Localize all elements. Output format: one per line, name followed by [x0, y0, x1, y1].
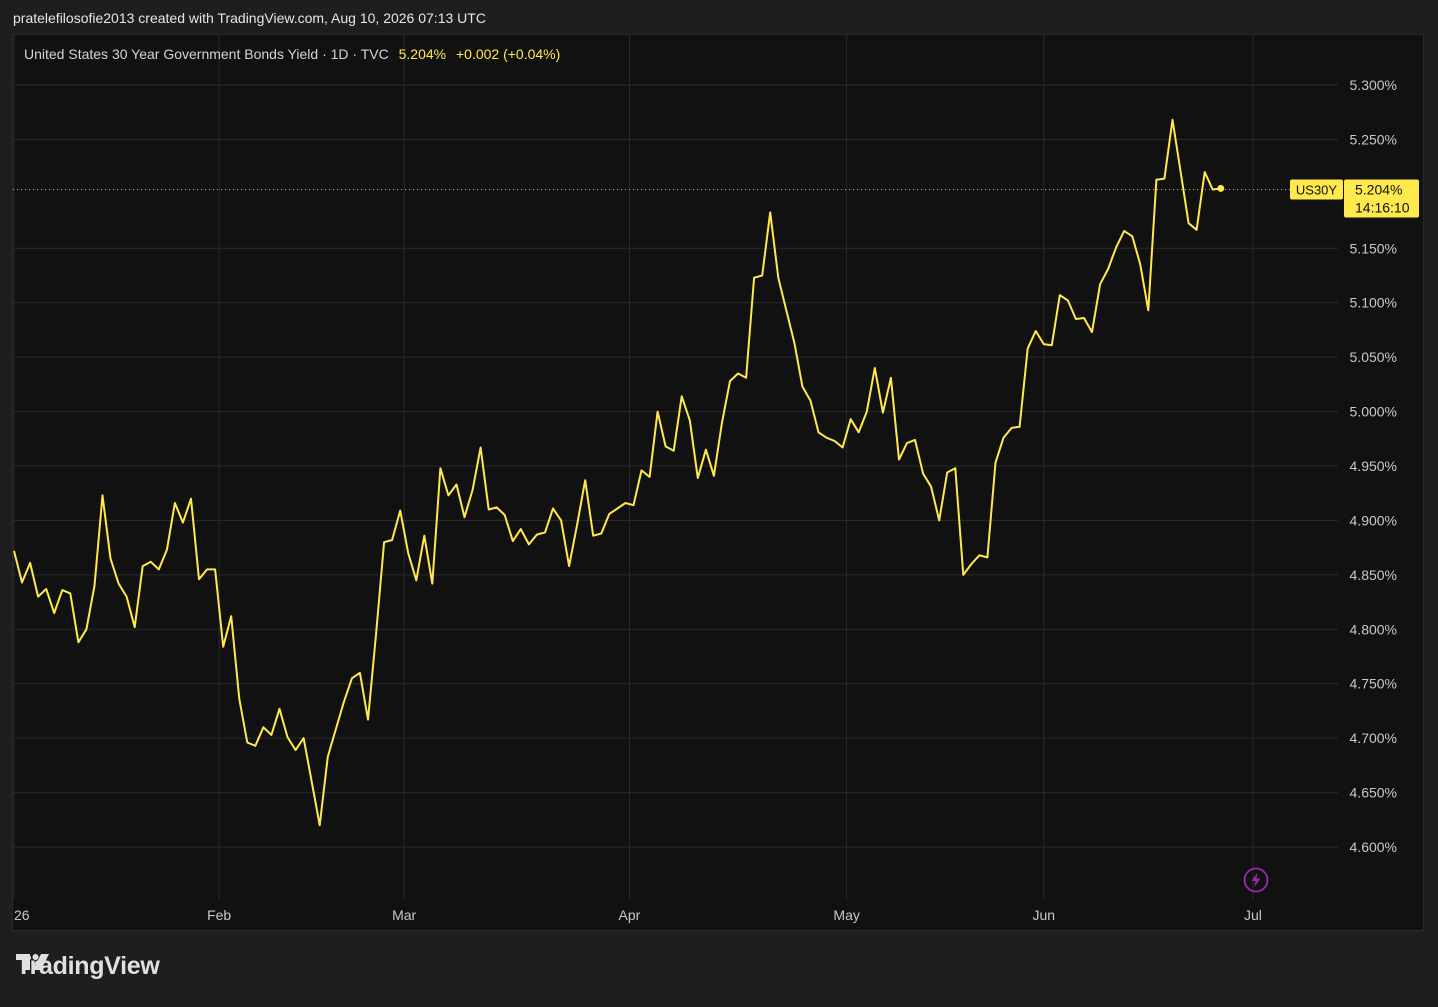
y-tick-label: 4.900%: [1350, 512, 1397, 528]
y-tick-label: 4.750%: [1350, 676, 1397, 692]
y-tick-label: 4.850%: [1350, 567, 1397, 583]
tradingview-logo[interactable]: TradingView: [16, 952, 160, 981]
tradingview-logo-icon: [16, 954, 49, 970]
y-tick-label: 5.150%: [1350, 240, 1397, 256]
y-tick-label: 5.300%: [1350, 77, 1397, 93]
x-tick-label: Jul: [1244, 907, 1262, 923]
bar-countdown: 14:16:10: [1355, 200, 1410, 216]
price-badge-value: 5.204%: [1355, 182, 1402, 198]
yield-line-chart[interactable]: 5.300% 5.250% 5.150% 5.100% 5.050% 5.000% 4.95…: [13, 35, 1424, 931]
legend-last-value: 5.204%: [398, 46, 447, 62]
x-tick-label: May: [833, 907, 859, 923]
chart-snapshot-caption: pratelefilosofie2013 created with Tradin…: [13, 10, 486, 26]
last-value-dot: [1217, 184, 1225, 192]
symbol-description: United States 30 Year Government Bonds Y…: [24, 46, 389, 62]
chart-panel[interactable]: 5.300% 5.250% 5.150% 5.100% 5.050% 5.000% 4.95…: [12, 34, 1424, 931]
y-tick-label: 5.050%: [1350, 349, 1397, 365]
x-tick-label: Feb: [207, 907, 231, 923]
x-tick-label: Jun: [1032, 907, 1055, 923]
y-tick-label: 5.000%: [1350, 404, 1397, 420]
y-tick-label: 4.650%: [1350, 785, 1397, 801]
y-tick-label: 4.800%: [1350, 621, 1397, 637]
y-tick-label: 4.950%: [1350, 458, 1397, 474]
x-tick-label: Apr: [619, 907, 641, 923]
y-tick-label: 4.600%: [1350, 839, 1397, 855]
series-line-us30y[interactable]: [13, 118, 1221, 827]
x-tick-label: Mar: [392, 907, 416, 923]
legend-change: +0.002 (+0.04%): [455, 46, 561, 62]
y-tick-label: 5.100%: [1350, 295, 1397, 311]
y-tick-label: 5.250%: [1350, 131, 1397, 147]
bolt-icon[interactable]: [1243, 867, 1269, 893]
y-tick-label: 4.700%: [1350, 730, 1397, 746]
x-tick-label: 26: [14, 907, 30, 923]
ticker-badge-label: US30Y: [1296, 183, 1338, 198]
symbol-legend: United States 30 Year Government Bonds Y…: [24, 46, 560, 62]
